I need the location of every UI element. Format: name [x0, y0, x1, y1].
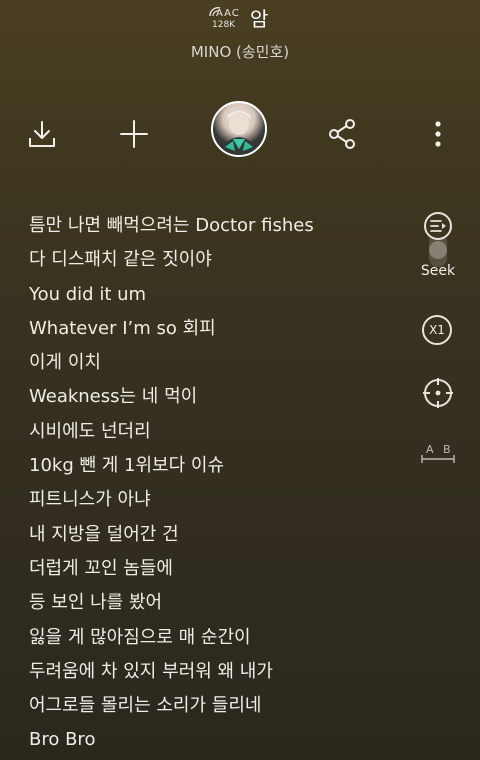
more-vertical-icon — [435, 121, 441, 147]
codec-bitrate: 128K — [212, 20, 236, 30]
lyrics-list[interactable]: 틈만 나면 빼먹으려는 Doctor fishes 다 디스패치 같은 짓이야 … — [29, 209, 409, 758]
lyric-line[interactable]: 피트니스가 아냐 — [29, 483, 409, 517]
lyric-line[interactable]: 다 디스패치 같은 짓이야 — [29, 243, 409, 277]
lyric-line[interactable]: 시비에도 넌더리 — [29, 415, 409, 449]
lyric-line[interactable]: 10kg 뺀 게 1위보다 이슈 — [29, 449, 409, 483]
codec-badge: AAC 128K — [208, 6, 244, 30]
lyric-line[interactable]: Weakness는 네 먹이 — [29, 380, 409, 414]
lyrics-seek-icon[interactable] — [423, 211, 453, 241]
seek-toggle-knob[interactable] — [429, 241, 447, 259]
locate-icon[interactable] — [422, 377, 454, 409]
codec-format: AAC — [216, 8, 240, 19]
lyric-line[interactable]: 더럽게 꼬인 놈들에 — [29, 552, 409, 586]
more-options-button[interactable] — [422, 118, 454, 150]
lyric-line[interactable]: Whatever I’m so 회피 — [29, 312, 409, 346]
share-button[interactable] — [326, 118, 358, 150]
lyric-line[interactable]: You did it um — [29, 278, 409, 312]
lyric-line[interactable]: 내 지방을 덜어간 건 — [29, 518, 409, 552]
now-playing-header: AAC 128K 암 MINO (송민호) — [0, 0, 480, 70]
lyric-line[interactable]: 이게 이치 — [29, 346, 409, 380]
add-icon — [120, 120, 148, 148]
lyric-line[interactable]: Bro Bro — [29, 723, 409, 757]
artist-name[interactable]: MINO (송민호) — [0, 41, 480, 62]
ab-repeat-button[interactable]: A B — [420, 443, 456, 465]
share-icon — [329, 119, 355, 149]
add-to-playlist-button[interactable] — [118, 118, 150, 150]
lyric-line[interactable]: 등 보인 나를 봤어 — [29, 586, 409, 620]
download-icon — [29, 121, 55, 147]
artist-avatar[interactable] — [211, 101, 267, 157]
speed-label: X1 — [429, 323, 445, 337]
lyric-line[interactable]: 틈만 나면 빼먹으려는 Doctor fishes — [29, 209, 409, 243]
playback-speed-button[interactable]: X1 — [422, 315, 452, 345]
song-title: 암 — [250, 7, 269, 31]
lyric-line[interactable]: 잃을 게 많아짐으로 매 순간이 — [29, 621, 409, 655]
lyric-line[interactable]: 두려움에 차 있지 부러워 왜 내가 — [29, 655, 409, 689]
download-button[interactable] — [26, 118, 58, 150]
ab-repeat-icon — [421, 455, 455, 463]
artist-photo-icon — [221, 111, 257, 155]
seek-label[interactable]: Seek — [412, 263, 464, 279]
lyric-line[interactable]: 어그로들 몰리는 소리가 들리네 — [29, 689, 409, 723]
